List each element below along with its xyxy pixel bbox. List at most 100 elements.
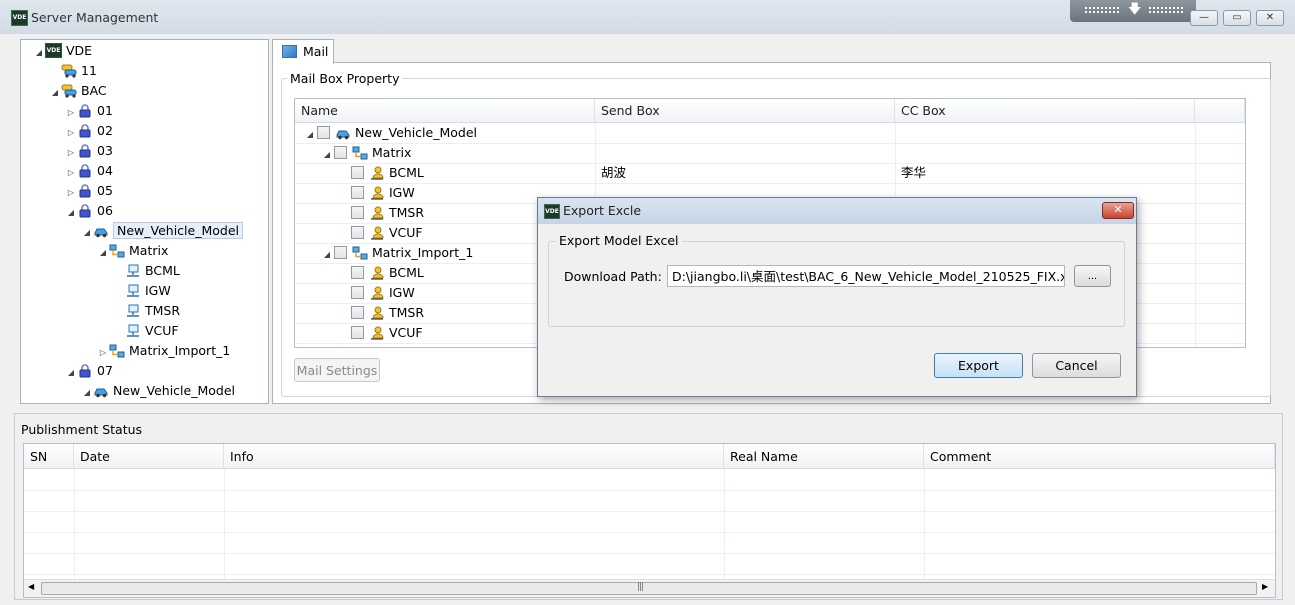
column-header-comment[interactable]: Comment	[924, 444, 1275, 469]
row-name-label: BCML	[389, 265, 424, 280]
column-header-name[interactable]: Name	[295, 99, 595, 123]
download-path-input[interactable]: D:\jiangbo.li\桌面\test\BAC_6_New_Vehicle_…	[667, 265, 1065, 287]
status-horizontal-scrollbar[interactable]: ◀ ||| ▶	[24, 579, 1275, 597]
row-checkbox[interactable]	[351, 306, 364, 319]
collapse-arrow-icon[interactable]: ◢	[320, 245, 334, 265]
row-checkbox[interactable]	[351, 206, 364, 219]
tree-node[interactable]: ◢ New_Vehicle_Model	[81, 381, 235, 401]
name-cell: TMSR	[337, 203, 424, 223]
tab-mail[interactable]: Mail	[272, 39, 334, 64]
collapse-arrow-icon[interactable]: ◢	[97, 243, 109, 263]
maximize-button[interactable]: ▭	[1223, 10, 1251, 26]
tree-node-label: TMSR	[145, 303, 181, 318]
expand-arrow-icon[interactable]: ▷	[65, 163, 77, 183]
row-checkbox[interactable]	[317, 126, 330, 139]
scroll-left-icon[interactable]: ◀	[28, 582, 34, 591]
tree-node[interactable]: ▷ 01	[65, 101, 113, 121]
row-checkbox[interactable]	[351, 226, 364, 239]
minimize-button[interactable]: —	[1190, 10, 1218, 26]
collapse-arrow-icon[interactable]: ◢	[33, 43, 45, 63]
vde-logo-icon: VDE	[45, 43, 66, 58]
mail-box-property-title: Mail Box Property	[287, 71, 403, 86]
export-button[interactable]: Export	[934, 353, 1023, 378]
row-name-label: IGW	[389, 285, 415, 300]
tree-node[interactable]: BCML	[113, 261, 180, 281]
tree-node[interactable]: ◢ BAC	[49, 81, 107, 101]
tree-node[interactable]: ◢ 07	[65, 361, 113, 381]
collapse-arrow-icon[interactable]: ◢	[65, 203, 77, 223]
row-checkbox[interactable]	[351, 326, 364, 339]
row-checkbox[interactable]	[351, 266, 364, 279]
expand-arrow-icon[interactable]: ▷	[97, 343, 109, 363]
toolbar-grip[interactable]: 🡇	[1070, 0, 1196, 22]
tree-node[interactable]: ▷ Matrix_Import_1	[97, 341, 230, 361]
tree-node[interactable]: ◢ 06	[65, 201, 113, 221]
row-checkbox[interactable]	[334, 246, 347, 259]
tree-node[interactable]: 11	[49, 61, 97, 81]
row-checkbox[interactable]	[351, 166, 364, 179]
collapse-arrow-icon[interactable]: ◢	[303, 125, 317, 145]
tree-node[interactable]: ◢ New_Vehicle_Model	[81, 221, 243, 241]
export-excel-dialog[interactable]: VDE Export Excle ✕ Export Model Excel Do…	[537, 197, 1137, 397]
send-box-cell[interactable]: 胡波	[601, 163, 626, 183]
table-row[interactable]	[24, 490, 1275, 512]
table-row[interactable]: ◢ New_Vehicle_Model	[295, 123, 1245, 144]
table-row[interactable]: BCML 胡波 李华	[295, 163, 1245, 184]
table-row[interactable]: ◢ Matrix	[295, 143, 1245, 164]
column-header-real-name[interactable]: Real Name	[724, 444, 924, 469]
table-row[interactable]	[24, 532, 1275, 554]
tree-node-label: 02	[97, 123, 113, 138]
tree-node[interactable]: ▷ 04	[65, 161, 113, 181]
tree-node[interactable]: VCUF	[113, 321, 179, 341]
vde-logo-icon: VDE	[544, 204, 560, 219]
publishment-status-table[interactable]: SN Date Info Real Name Comment ◀ ||| ▶	[23, 443, 1276, 598]
row-checkbox[interactable]	[351, 186, 364, 199]
tree-node-label: 07	[97, 363, 113, 378]
tree-node[interactable]: ▷ 03	[65, 141, 113, 161]
expand-arrow-icon[interactable]: ▷	[65, 123, 77, 143]
tree-node[interactable]: TMSR	[113, 301, 180, 321]
expand-arrow-icon[interactable]: ▷	[65, 183, 77, 203]
tree-node[interactable]: ▷ 02	[65, 121, 113, 141]
tree-node[interactable]: IGW	[113, 281, 171, 301]
cancel-button[interactable]: Cancel	[1032, 353, 1121, 378]
tree-node-label: 04	[97, 163, 113, 178]
dialog-close-button[interactable]: ✕	[1102, 202, 1134, 219]
close-button[interactable]: ✕	[1256, 10, 1284, 26]
car-icon	[93, 223, 113, 238]
column-header-sn[interactable]: SN	[24, 444, 74, 469]
column-header-info[interactable]: Info	[224, 444, 724, 469]
collapse-arrow-icon[interactable]: ◢	[81, 383, 93, 403]
tree-node-label: BCML	[145, 263, 180, 278]
tree-node[interactable]: ◢ Matrix	[97, 241, 168, 261]
tree-node[interactable]: ◢ VDE VDE	[33, 41, 92, 61]
table-row[interactable]	[24, 511, 1275, 533]
table-row[interactable]	[24, 469, 1275, 491]
scroll-thumb[interactable]: |||	[41, 582, 1257, 595]
collapse-arrow-icon[interactable]: ◢	[49, 83, 61, 103]
table-row[interactable]	[24, 553, 1275, 575]
collapse-arrow-icon[interactable]: ◢	[320, 145, 334, 165]
expand-arrow-icon[interactable]: ▷	[65, 143, 77, 163]
arrow-down-icon[interactable]: 🡇	[1128, 2, 1141, 18]
expand-arrow-icon[interactable]: ▷	[65, 103, 77, 123]
lock-icon	[77, 143, 97, 158]
collapse-arrow-icon[interactable]: ◢	[65, 363, 77, 383]
scroll-right-icon[interactable]: ▶	[1262, 582, 1268, 591]
browse-button[interactable]: ...	[1074, 265, 1111, 287]
server-tree[interactable]: ◢ VDE VDE 11 ◢ BAC ▷ 01 ▷ 02 ▷ 03 ▷ 04 ▷ 05 ◢ 06 ◢ New_Vehi…	[20, 39, 269, 404]
mail-settings-button[interactable]: Mail Settings	[294, 358, 380, 382]
column-header-date[interactable]: Date	[74, 444, 224, 469]
collapse-arrow-icon[interactable]: ◢	[81, 223, 93, 243]
download-path-label: Download Path:	[564, 269, 662, 284]
row-checkbox[interactable]	[334, 146, 347, 159]
tree-node[interactable]: ▷ 05	[65, 181, 113, 201]
tree-node-label: New_Vehicle_Model	[113, 383, 235, 398]
column-header-cc-box[interactable]: CC Box	[895, 99, 1195, 123]
tree-node-label: VCUF	[145, 323, 179, 338]
cc-box-cell[interactable]: 李华	[901, 163, 926, 183]
row-checkbox[interactable]	[351, 286, 364, 299]
tree-node-label: Matrix	[129, 243, 169, 258]
column-header-send-box[interactable]: Send Box	[595, 99, 895, 123]
tree-node-label: VDE	[66, 43, 93, 58]
